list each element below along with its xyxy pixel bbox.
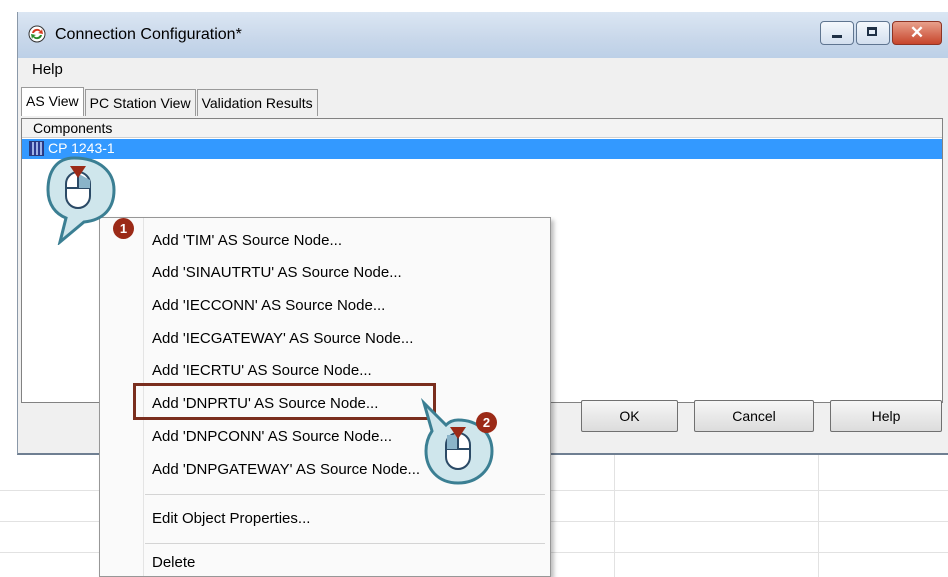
- cancel-button-label: Cancel: [732, 408, 776, 424]
- help-button-label: Help: [871, 408, 901, 424]
- minimize-icon: [832, 35, 842, 38]
- menu-item-delete[interactable]: Delete: [152, 554, 195, 571]
- close-icon: ✕: [909, 23, 925, 42]
- menu-item-add-iecgateway[interactable]: Add 'IECGATEWAY' AS Source Node...: [152, 330, 413, 347]
- menu-item-add-dnpgateway[interactable]: Add 'DNPGATEWAY' AS Source Node...: [152, 461, 420, 478]
- refresh-arrows-icon: [28, 25, 46, 43]
- components-column-header[interactable]: Components: [22, 119, 942, 138]
- close-button[interactable]: ✕: [892, 21, 942, 45]
- menu-separator: [145, 494, 545, 495]
- mouse-left-click-icon: [420, 397, 494, 485]
- menu-item-add-sinautrtu[interactable]: Add 'SINAUTRTU' AS Source Node...: [152, 264, 402, 281]
- highlight-frame: [133, 383, 436, 420]
- menu-bar: Help: [18, 58, 948, 82]
- menu-help[interactable]: Help: [32, 61, 63, 78]
- menu-item-edit-object-properties[interactable]: Edit Object Properties...: [152, 510, 310, 527]
- tab-pc-station-view[interactable]: PC Station View: [84, 89, 196, 116]
- menu-item-add-dnpconn[interactable]: Add 'DNPCONN' AS Source Node...: [152, 428, 392, 445]
- ok-button-label: OK: [619, 408, 640, 424]
- tab-as-view[interactable]: AS View: [21, 87, 84, 116]
- maximize-icon: [867, 27, 877, 36]
- callout-badge-1: 1: [113, 218, 134, 239]
- cancel-button[interactable]: Cancel: [694, 400, 814, 432]
- tab-validation-results[interactable]: Validation Results: [196, 89, 318, 116]
- ok-button[interactable]: OK: [581, 400, 678, 432]
- menu-item-add-iecrtu[interactable]: Add 'IECRTU' AS Source Node...: [152, 362, 372, 379]
- tab-strip: AS View PC Station View Validation Resul…: [21, 87, 319, 117]
- menu-item-add-tim[interactable]: Add 'TIM' AS Source Node...: [152, 232, 342, 249]
- menu-separator: [145, 543, 545, 544]
- maximize-button[interactable]: [856, 21, 890, 45]
- callout-badge-2: 2: [476, 412, 497, 433]
- help-button[interactable]: Help: [830, 400, 942, 432]
- title-bar[interactable]: Connection Configuration* ✕: [18, 12, 948, 58]
- tree-item-selected[interactable]: CP 1243-1: [22, 139, 942, 159]
- window-controls: ✕: [818, 21, 942, 45]
- window-title: Connection Configuration*: [55, 26, 242, 43]
- menu-item-add-iecconn[interactable]: Add 'IECCONN' AS Source Node...: [152, 297, 385, 314]
- minimize-button[interactable]: [820, 21, 854, 45]
